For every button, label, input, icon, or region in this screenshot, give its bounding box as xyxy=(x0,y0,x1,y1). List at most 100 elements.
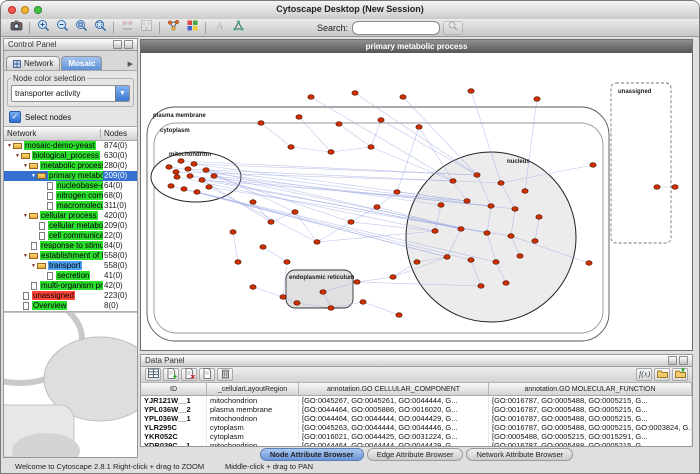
network-node[interactable] xyxy=(432,229,438,234)
network-node[interactable] xyxy=(488,204,494,209)
network-node[interactable] xyxy=(654,185,660,190)
birds-eye-view[interactable] xyxy=(4,312,137,457)
table-cell[interactable]: [GO:0045263, GO:0044444, GO:0044446, G..… xyxy=(299,423,489,432)
tree-column-network[interactable]: Network xyxy=(4,129,101,138)
column-header[interactable]: ID xyxy=(141,383,207,395)
network-node[interactable] xyxy=(314,240,320,245)
create-attribute-button[interactable] xyxy=(163,368,179,381)
tree-row[interactable]: unassigned223(0) xyxy=(4,291,137,301)
network-view-title[interactable]: primary metabolic process xyxy=(141,40,692,54)
network-node[interactable] xyxy=(498,181,504,186)
clear-values-button[interactable] xyxy=(199,368,215,381)
table-cell[interactable]: YKR052C xyxy=(141,432,207,441)
tab-network[interactable]: Network xyxy=(6,56,60,70)
network-node[interactable] xyxy=(484,231,490,236)
network-node[interactable] xyxy=(478,284,484,289)
table-row[interactable]: YDR039C__1mitochondrion[GO:0044464, GO:0… xyxy=(141,441,692,446)
close-window-button[interactable] xyxy=(8,6,16,14)
table-cell[interactable]: [GO:0044464, GO:0044444, GO:0044429, G..… xyxy=(299,414,489,423)
network-node[interactable] xyxy=(508,234,514,239)
network-node[interactable] xyxy=(308,95,314,100)
network-node[interactable] xyxy=(468,258,474,263)
table-cell[interactable]: YDR039C__1 xyxy=(141,441,207,446)
network-node[interactable] xyxy=(468,89,474,94)
network-node[interactable] xyxy=(536,215,542,220)
network-node[interactable] xyxy=(173,170,179,175)
select-nodes-checkbox[interactable]: ✓ xyxy=(9,111,21,123)
formula-builder-button[interactable]: f(x) xyxy=(636,368,652,381)
zoom-window-button[interactable] xyxy=(34,6,42,14)
network-node[interactable] xyxy=(258,121,264,126)
tree-row[interactable]: ▼mosaic-demo-yeast874(0) xyxy=(4,141,137,151)
network-node[interactable] xyxy=(296,115,302,120)
table-cell[interactable]: YPL036W__2 xyxy=(141,405,207,414)
network-node[interactable] xyxy=(474,173,480,178)
network-node[interactable] xyxy=(288,145,294,150)
float-panel-icon[interactable] xyxy=(668,356,677,365)
float-panel-icon[interactable] xyxy=(113,40,122,49)
network-canvas[interactable]: plasma membranecytoplasmmitochondrionnuc… xyxy=(141,53,692,350)
first-neighbors-button[interactable] xyxy=(164,20,182,35)
vizmapper-button[interactable] xyxy=(183,20,201,35)
tree-column-nodes[interactable]: Nodes xyxy=(101,129,137,138)
table-cell[interactable]: [GO:0016787, GO:0005488, GO:0005215, GO:… xyxy=(489,423,692,432)
table-cell[interactable]: [GO:0016021, GO:0044425, GO:0031224, G..… xyxy=(299,432,489,441)
network-node[interactable] xyxy=(416,125,422,130)
tree-row[interactable]: nitrogen compound...68(0) xyxy=(4,191,137,201)
table-cell[interactable]: cytoplasm xyxy=(207,432,299,441)
network-node[interactable] xyxy=(328,150,334,155)
network-node[interactable] xyxy=(464,199,470,204)
network-node[interactable] xyxy=(199,178,205,183)
tree-row[interactable]: macromolecule me...311(0) xyxy=(4,201,137,211)
tree-expand-icon[interactable]: ▼ xyxy=(22,161,29,171)
network-node[interactable] xyxy=(203,168,209,173)
network-node[interactable] xyxy=(590,163,596,168)
network-node[interactable] xyxy=(348,220,354,225)
tree-expand-icon[interactable]: ▼ xyxy=(22,251,29,261)
network-node[interactable] xyxy=(493,260,499,265)
tree-expand-icon[interactable]: ▼ xyxy=(22,211,29,221)
network-node[interactable] xyxy=(292,210,298,215)
network-node[interactable] xyxy=(230,230,236,235)
camera-button[interactable] xyxy=(7,20,25,35)
table-cell[interactable]: [GO:0016787, GO:0005488, GO:0005215, G..… xyxy=(489,405,692,414)
tree-row[interactable]: ▼biological_process630(0) xyxy=(4,151,137,161)
network-node[interactable] xyxy=(294,301,300,306)
zoom-fit-button[interactable] xyxy=(91,20,109,35)
tree-row[interactable]: ▼transport558(0) xyxy=(4,261,137,271)
network-node[interactable] xyxy=(250,200,256,205)
network-node[interactable] xyxy=(586,261,592,266)
minimize-window-button[interactable] xyxy=(21,6,29,14)
network-node[interactable] xyxy=(672,185,678,190)
table-row[interactable]: YKR052Ccytoplasm[GO:0016021, GO:0044425,… xyxy=(141,432,692,441)
column-header[interactable]: annotation.GO CELLULAR_COMPONENT xyxy=(299,383,489,395)
table-cell[interactable]: YLR295C xyxy=(141,423,207,432)
network-node[interactable] xyxy=(284,260,290,265)
close-panel-icon[interactable] xyxy=(679,356,688,365)
network-node[interactable] xyxy=(268,220,274,225)
tree-row[interactable]: ▼metabolic process280(0) xyxy=(4,161,137,171)
select-attributes-button[interactable] xyxy=(145,368,161,381)
delete-table-button[interactable] xyxy=(217,368,233,381)
search-input[interactable] xyxy=(352,21,440,35)
chevron-down-icon[interactable]: ▼ xyxy=(115,86,129,101)
network-node[interactable] xyxy=(534,97,540,102)
zoom-out-button[interactable] xyxy=(53,20,71,35)
network-node[interactable] xyxy=(336,122,342,127)
tree-row[interactable]: ▼establishment of lo...558(0) xyxy=(4,251,137,261)
network-node[interactable] xyxy=(354,280,360,285)
network-node[interactable] xyxy=(166,165,172,170)
network-node[interactable] xyxy=(517,254,523,259)
tree-row[interactable]: ▼cellular process420(0) xyxy=(4,211,137,221)
network-node[interactable] xyxy=(414,260,420,265)
network-node[interactable] xyxy=(280,295,286,300)
delete-attribute-button[interactable] xyxy=(181,368,197,381)
table-cell[interactable]: cytoplasm xyxy=(207,423,299,432)
network-node[interactable] xyxy=(390,275,396,280)
table-cell[interactable]: YPL036W__1 xyxy=(141,414,207,423)
column-header[interactable]: _cellularLayoutRegion xyxy=(207,383,299,395)
network-node[interactable] xyxy=(450,179,456,184)
tree-row[interactable]: Overview8(0) xyxy=(4,301,137,311)
table-cell[interactable]: mitochondrion xyxy=(207,414,299,423)
tree-expand-icon[interactable]: ▼ xyxy=(30,171,37,181)
